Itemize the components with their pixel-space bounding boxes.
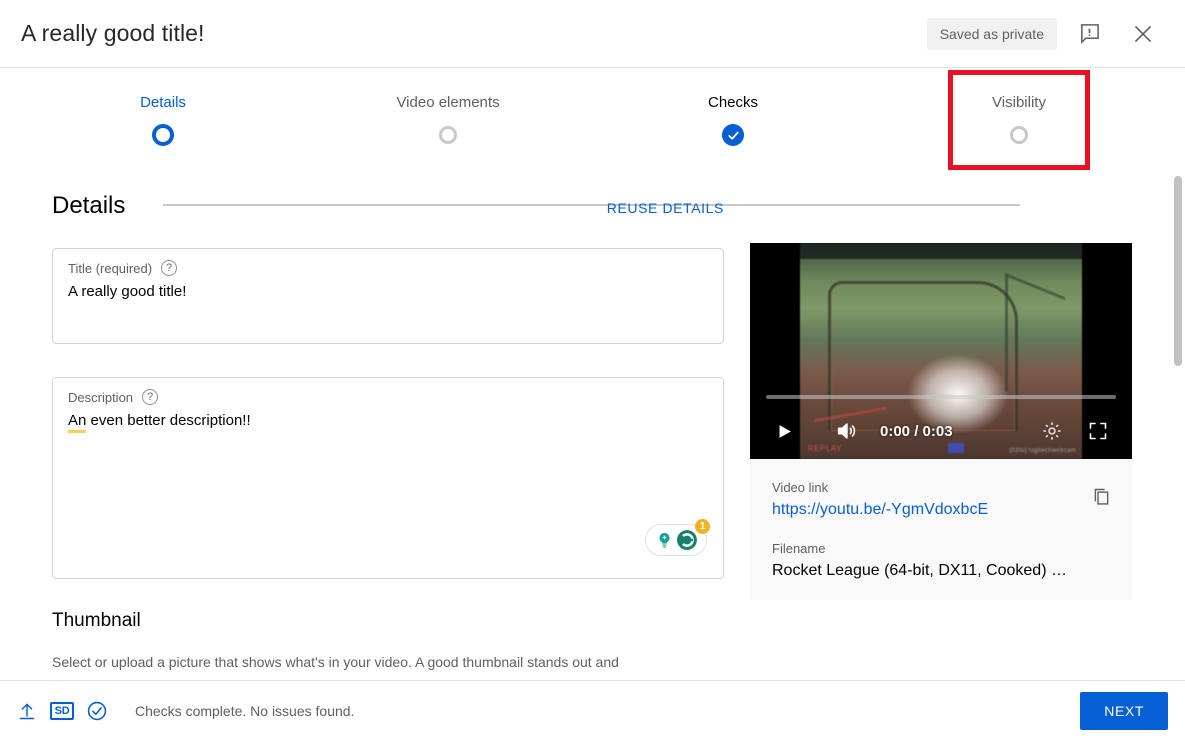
footer-status-text: Checks complete. No issues found. [135,703,354,719]
check-circle-icon [84,698,110,724]
footer-status-icons: SD [14,698,110,724]
play-icon[interactable] [766,413,802,449]
details-section-header: Details REUSE DETAILS [52,192,724,220]
filename-label: Filename [772,541,1110,556]
player-controls: 0:00 / 0:03 [750,411,1132,451]
video-link[interactable]: https://youtu.be/-YgmVdoxbcE [772,501,1110,519]
step-label: Video elements [348,94,548,111]
frame-arena-arch [828,281,1018,431]
grammarly-widget[interactable]: 1 [645,524,707,556]
step-label: Visibility [919,94,1119,111]
dialog-footer: SD Checks complete. No issues found. NEX… [0,680,1185,740]
video-preview-panel: REPLAY [03Ni] logitechwebcam [750,243,1132,600]
step-dot-checks [722,124,744,146]
player-time: 0:00 / 0:03 [880,423,953,440]
upload-details-dialog: A really good title! Saved as private [0,0,1185,740]
help-icon[interactable]: ? [142,389,158,405]
details-scroll-area[interactable]: Details REUSE DETAILS Title (required) ?… [0,172,1185,680]
step-dot-details [152,124,174,146]
grammar-suggestion-word: An [68,412,86,433]
feedback-bubble-icon[interactable] [1067,12,1111,56]
description-field-value: An even better description!! [68,412,251,429]
step-dot-video-elements [439,126,457,144]
title-input[interactable]: Title (required) ? A really good title! [52,248,724,344]
step-dot-visibility [1010,126,1028,144]
thumbnail-section-title: Thumbnail [52,610,141,632]
dialog-header: A really good title! Saved as private [0,0,1185,68]
title-field-label: Title (required) ? [68,260,177,276]
grammarly-g-icon [676,529,698,551]
filename-value: Rocket League (64-bit, DX11, Cooked) … [772,562,1110,580]
video-player[interactable]: REPLAY [03Ni] logitechwebcam [750,243,1132,459]
description-label-text: Description [68,390,133,405]
grammarly-badge-count: 1 [695,519,710,534]
step-label: Checks [633,94,833,111]
vertical-scrollbar[interactable] [1170,172,1185,680]
thumbnail-section-description: Select or upload a picture that shows wh… [52,652,732,672]
help-icon[interactable]: ? [161,260,177,276]
volume-icon[interactable] [828,413,864,449]
video-info-panel: Video link https://youtu.be/-YgmVdoxbcE … [750,459,1132,600]
info-spacer [772,519,1110,541]
close-icon[interactable] [1121,12,1165,56]
video-link-label: Video link [772,480,1110,495]
fullscreen-icon[interactable] [1080,413,1116,449]
description-rest-text: even better description!! [86,412,250,429]
description-field-label: Description ? [68,389,158,405]
status-badge: Saved as private [927,18,1057,50]
gear-icon[interactable] [1034,413,1070,449]
title-field-value: A really good title! [68,283,186,300]
header-actions: Saved as private [927,12,1165,56]
step-label: Details [63,94,263,111]
frame-topbar [800,243,1082,259]
player-progress-bar[interactable] [766,395,1116,399]
title-label-text: Title (required) [68,261,152,276]
frame-arena-rail [1005,273,1065,415]
check-icon [727,129,740,142]
lightbulb-icon [655,531,674,550]
upload-stepper: Details Video elements Checks Visibility [0,68,1166,172]
reuse-details-link[interactable]: REUSE DETAILS [607,200,724,216]
copy-icon[interactable] [1086,481,1116,511]
section-title: Details [52,192,125,220]
upload-icon [14,698,40,724]
page-title: A really good title! [21,20,205,47]
next-button[interactable]: NEXT [1080,692,1168,730]
quality-badge: SD [50,702,74,720]
scrollbar-thumb[interactable] [1174,176,1182,366]
description-input[interactable]: Description ? An even better description… [52,377,724,579]
